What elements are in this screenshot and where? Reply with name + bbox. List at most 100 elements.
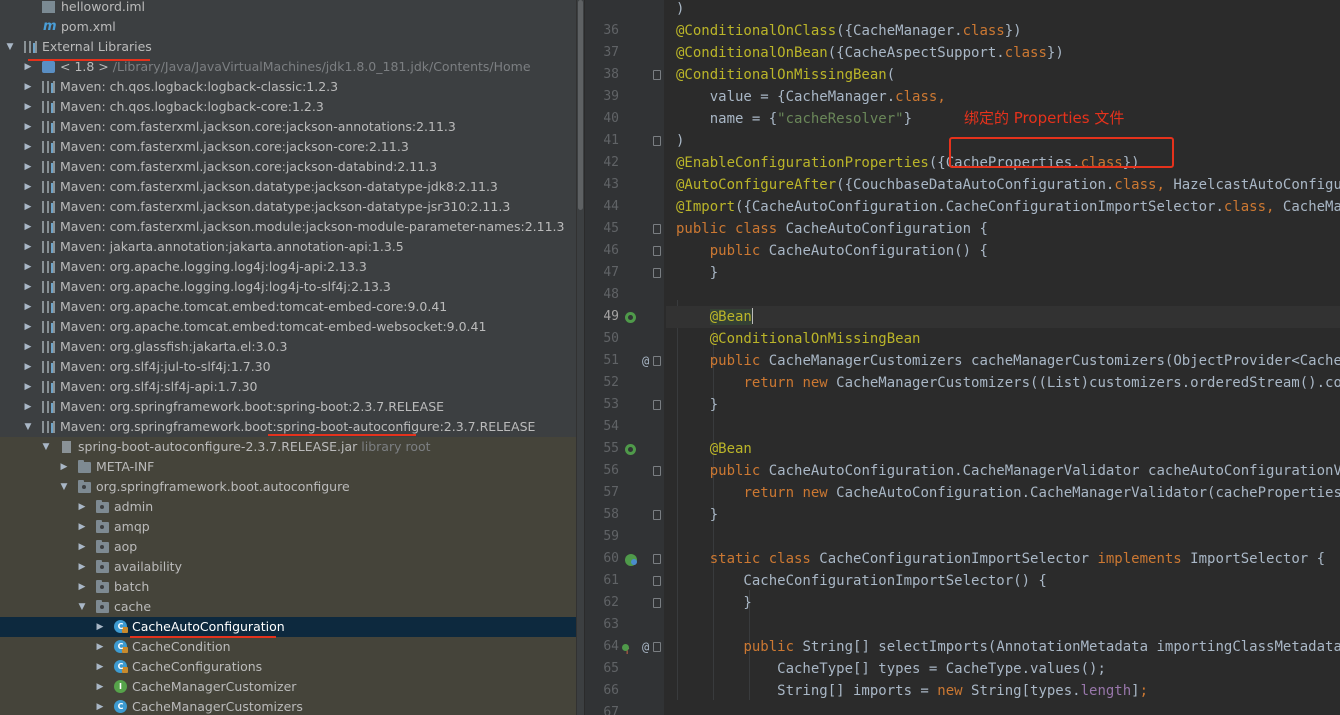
tree-item-maven-library[interactable]: ▶ Maven: com.fasterxml.jackson.core:jacks…	[0, 117, 576, 137]
tree-item-class[interactable]: ▶CacheCondition	[0, 637, 576, 657]
tree-item-maven-library[interactable]: ▶ Maven: org.apache.logging.log4j:log4j-a…	[0, 257, 576, 277]
tree-item-package-cache[interactable]: ▼ cache	[0, 597, 576, 617]
tree-item-package[interactable]: ▶ batch	[0, 577, 576, 597]
fold-marker-icon[interactable]	[653, 466, 661, 476]
fold-marker-icon[interactable]	[653, 510, 661, 520]
chevron-right-icon[interactable]: ▶	[94, 657, 106, 677]
chevron-right-icon[interactable]: ▶	[22, 277, 34, 297]
code-line[interactable]: public String[] selectImports(Annotation…	[676, 636, 1340, 658]
fold-marker-icon[interactable]	[653, 400, 661, 410]
tree-item-maven-library[interactable]: ▶ Maven: ch.qos.logback:logback-classic:1…	[0, 77, 576, 97]
chevron-right-icon[interactable]: ▶	[94, 697, 106, 715]
code-line[interactable]: public CacheAutoConfiguration.CacheManag…	[676, 460, 1340, 482]
code-line[interactable]: value = {CacheManager.class,	[676, 86, 946, 108]
code-line[interactable]: @ConditionalOnClass({CacheManager.class}…	[676, 20, 1022, 42]
tree-item-package[interactable]: ▶ admin	[0, 497, 576, 517]
fold-marker-icon[interactable]	[653, 246, 661, 256]
code-line[interactable]: name = {"cacheResolver"}	[676, 108, 912, 130]
fold-marker-icon[interactable]	[653, 70, 661, 80]
code-line[interactable]: public CacheManagerCustomizers cacheMana…	[676, 350, 1340, 372]
chevron-right-icon[interactable]: ▶	[94, 677, 106, 697]
fold-marker-icon[interactable]	[653, 268, 661, 278]
tree-scrollbar-thumb[interactable]	[578, 0, 583, 210]
chevron-right-icon[interactable]: ▶	[22, 197, 34, 217]
tree-item-package-autoconfigure[interactable]: ▼ org.springframework.boot.autoconfigure	[0, 477, 576, 497]
chevron-right-icon[interactable]: ▶	[22, 217, 34, 237]
tree-item-maven-library[interactable]: ▶ Maven: org.apache.logging.log4j:log4j-t…	[0, 277, 576, 297]
tree-item-maven-library[interactable]: ▶ Maven: com.fasterxml.jackson.core:jacks…	[0, 137, 576, 157]
fold-marker-icon[interactable]	[653, 576, 661, 586]
fold-marker-icon[interactable]	[653, 356, 661, 366]
code-line[interactable]: @Import({CacheAutoConfiguration.CacheCon…	[676, 196, 1340, 218]
code-line[interactable]: )	[676, 0, 684, 20]
chevron-right-icon[interactable]: ▶	[22, 177, 34, 197]
chevron-right-icon[interactable]: ▶	[94, 617, 106, 637]
code-line[interactable]: public class CacheAutoConfiguration {	[676, 218, 988, 240]
tree-item-package[interactable]: ▶ amqp	[0, 517, 576, 537]
chevron-right-icon[interactable]: ▶	[94, 637, 106, 657]
code-line[interactable]: static class CacheConfigurationImportSel…	[676, 548, 1325, 570]
tree-item-maven-library[interactable]: ▶ Maven: org.slf4j:jul-to-slf4j:1.7.30	[0, 357, 576, 377]
code-line[interactable]: CacheConfigurationImportSelector() {	[676, 570, 1046, 592]
tree-item-maven-library[interactable]: ▶ Maven: com.fasterxml.jackson.datatype:j…	[0, 197, 576, 217]
code-line[interactable]: CacheType[] types = CacheType.values();	[676, 658, 1106, 680]
tree-item-maven-library[interactable]: ▶ Maven: org.springframework.boot:spring-…	[0, 397, 576, 417]
tree-item-maven-library[interactable]: ▶ Maven: jakarta.annotation:jakarta.annot…	[0, 237, 576, 257]
chevron-down-icon[interactable]: ▼	[22, 417, 34, 437]
tree-item-class[interactable]: ▶CacheConfigurations	[0, 657, 576, 677]
chevron-right-icon[interactable]: ▶	[22, 117, 34, 137]
tree-item-class[interactable]: ▶CacheManagerCustomizers	[0, 697, 576, 715]
code-line[interactable]: @ConditionalOnBean({CacheAspectSupport.c…	[676, 42, 1064, 64]
fold-marker-icon[interactable]	[653, 224, 661, 234]
tree-item-meta-inf[interactable]: ▶ META-INF	[0, 457, 576, 477]
code-line[interactable]: }	[676, 262, 718, 284]
bean-gutter-icon[interactable]	[625, 444, 636, 455]
tree-item-helloword-iml[interactable]: helloword.iml	[0, 0, 576, 17]
tree-item-maven-library[interactable]: ▶ Maven: com.fasterxml.jackson.core:jacks…	[0, 157, 576, 177]
fold-marker-icon[interactable]	[653, 554, 661, 564]
chevron-right-icon[interactable]: ▶	[76, 557, 88, 577]
tree-item-cache-auto-configuration[interactable]: ▶CacheAutoConfiguration	[0, 617, 576, 637]
chevron-right-icon[interactable]: ▶	[22, 297, 34, 317]
chevron-right-icon[interactable]: ▶	[22, 337, 34, 357]
code-line[interactable]: @Bean	[676, 438, 752, 460]
code-line[interactable]: return new CacheAutoConfiguration.CacheM…	[676, 482, 1340, 504]
fold-marker-icon[interactable]	[653, 598, 661, 608]
chevron-right-icon[interactable]: ▶	[22, 377, 34, 397]
annotation-gutter-icon[interactable]: @	[642, 350, 649, 372]
implements-gutter-icon[interactable]	[625, 554, 637, 566]
code-line[interactable]: @AutoConfigureAfter({CouchbaseDataAutoCo…	[676, 174, 1340, 196]
chevron-right-icon[interactable]: ▶	[22, 157, 34, 177]
code-line[interactable]: return new CacheManagerCustomizers((List…	[676, 372, 1340, 394]
tree-item-pom-xml[interactable]: m pom.xml	[0, 17, 576, 37]
chevron-right-icon[interactable]: ▶	[22, 77, 34, 97]
code-line[interactable]: }	[676, 394, 718, 416]
chevron-right-icon[interactable]: ▶	[22, 257, 34, 277]
tree-item-package[interactable]: ▶ aop	[0, 537, 576, 557]
tree-item-interface[interactable]: ▶CacheManagerCustomizer	[0, 677, 576, 697]
code-line[interactable]: String[] imports = new String[types.leng…	[676, 680, 1148, 702]
code-line[interactable]: @Bean	[676, 306, 753, 328]
fold-marker-icon[interactable]	[653, 136, 661, 146]
chevron-right-icon[interactable]: ▶	[22, 237, 34, 257]
code-line[interactable]: }	[676, 592, 751, 614]
chevron-right-icon[interactable]: ▶	[58, 457, 70, 477]
tree-item-maven-library[interactable]: ▶ Maven: org.apache.tomcat.embed:tomcat-e…	[0, 297, 576, 317]
tree-item-maven-library[interactable]: ▶ Maven: org.slf4j:slf4j-api:1.7.30	[0, 377, 576, 397]
tree-item-external-libraries[interactable]: ▼ External Libraries	[0, 37, 576, 57]
tree-item-maven-library[interactable]: ▶ Maven: org.glassfish:jakarta.el:3.0.3	[0, 337, 576, 357]
chevron-right-icon[interactable]: ▶	[22, 137, 34, 157]
code-line[interactable]: }	[676, 504, 718, 526]
code-line[interactable]: @ConditionalOnMissingBean(	[676, 64, 895, 86]
annotation-gutter-icon[interactable]: @	[642, 636, 649, 658]
tree-item-maven-library[interactable]: ▶ Maven: ch.qos.logback:logback-core:1.2.…	[0, 97, 576, 117]
fold-marker-icon[interactable]	[653, 642, 661, 652]
chevron-right-icon[interactable]: ▶	[22, 357, 34, 377]
tree-item-package[interactable]: ▶ availability	[0, 557, 576, 577]
bean-gutter-icon[interactable]	[625, 312, 636, 323]
tree-item-maven-library[interactable]: ▶ Maven: org.apache.tomcat.embed:tomcat-e…	[0, 317, 576, 337]
chevron-right-icon[interactable]: ▶	[76, 517, 88, 537]
tree-item-maven-library[interactable]: ▶ Maven: com.fasterxml.jackson.module:jac…	[0, 217, 576, 237]
chevron-right-icon[interactable]: ▶	[22, 397, 34, 417]
chevron-down-icon[interactable]: ▼	[40, 437, 52, 457]
